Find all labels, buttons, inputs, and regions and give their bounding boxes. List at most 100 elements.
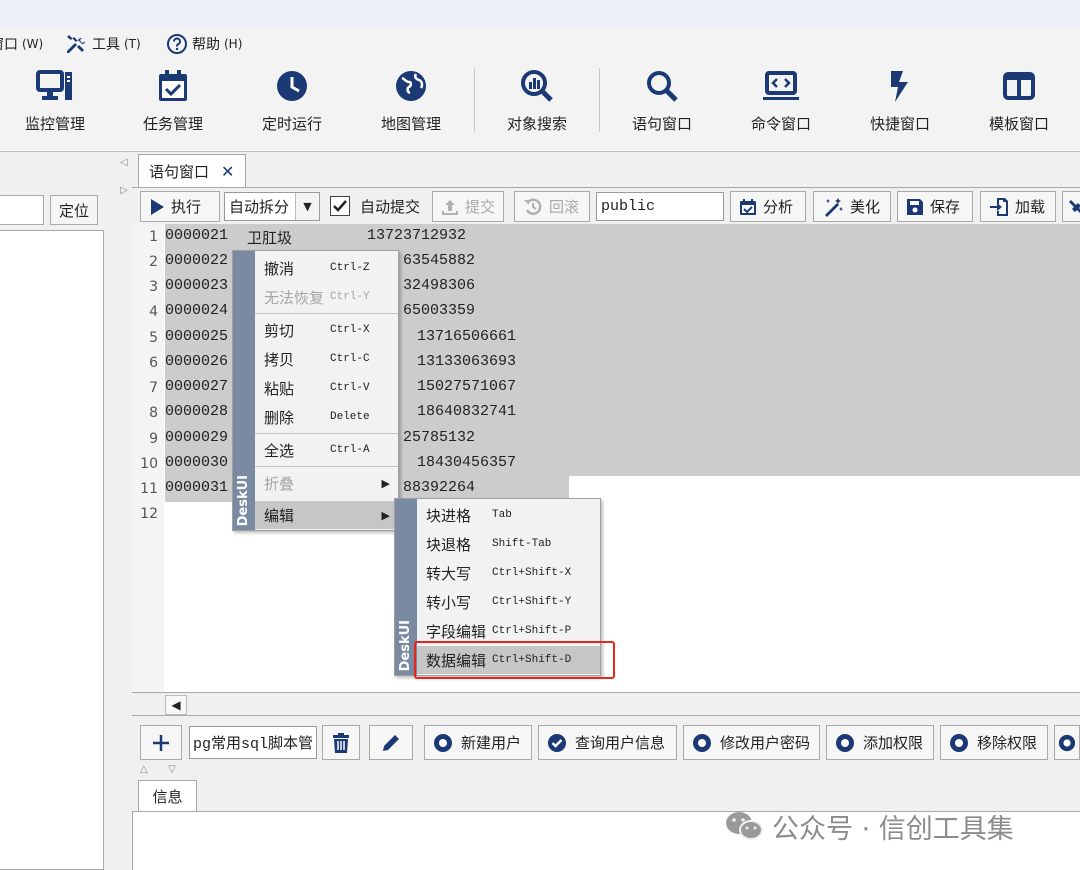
tab-statement-window[interactable]: 语句窗口 ✕ bbox=[138, 154, 246, 187]
tool-stmtwin-label: 语句窗口 bbox=[631, 115, 692, 133]
menu-item-uppercase[interactable]: 转大写 Ctrl+Shift-X bbox=[417, 559, 600, 587]
horizontal-scrollbar[interactable]: ◀ bbox=[132, 692, 1080, 716]
magic-wand-icon bbox=[825, 197, 843, 217]
menu-item-label: 折叠 bbox=[264, 474, 295, 493]
chart-search-icon bbox=[521, 70, 553, 102]
rollback-button[interactable]: 回滚 bbox=[514, 191, 590, 222]
menu-item-label: 拷贝 bbox=[264, 350, 295, 369]
delete-snippet-button[interactable] bbox=[322, 725, 360, 760]
code-phone: 13133063693 bbox=[417, 353, 517, 370]
menu-item-fold[interactable]: 折叠 ▶ bbox=[255, 469, 398, 497]
load-label: 加载 bbox=[1015, 198, 1046, 216]
columns-icon bbox=[1003, 72, 1035, 100]
menu-item-outdent[interactable]: 块退格 Shift-Tab bbox=[417, 530, 600, 558]
brand-label: DeskUI bbox=[236, 474, 251, 526]
bolt-icon bbox=[891, 71, 908, 102]
code-id: 0000021 bbox=[165, 227, 229, 244]
menu-item-shortcut: Shift-Tab bbox=[492, 538, 552, 550]
close-icon[interactable]: ✕ bbox=[221, 162, 234, 181]
menu-tools-label: 工具 bbox=[92, 37, 120, 53]
code-phone: 18430456357 bbox=[417, 454, 517, 471]
tool-objsearch[interactable]: 对象搜索 bbox=[482, 60, 592, 150]
remove-permission-label: 移除权限 bbox=[977, 734, 1038, 752]
menu-item-label: 无法恢复 bbox=[264, 288, 325, 307]
more-tool-button[interactable] bbox=[1062, 191, 1080, 222]
tool-monitor[interactable]: 监控管理 bbox=[0, 60, 110, 150]
code-phone: 32498306 bbox=[403, 277, 476, 294]
record-icon bbox=[836, 733, 854, 752]
tool-quickwin[interactable]: 快捷窗口 bbox=[845, 60, 955, 150]
menu-item-label: 剪切 bbox=[264, 321, 295, 340]
tool-task[interactable]: 任务管理 bbox=[118, 60, 228, 150]
split-mode-select[interactable]: 自动拆分 ▼ bbox=[224, 192, 320, 221]
analyze-button[interactable]: 分析 bbox=[730, 191, 806, 222]
edit-snippet-button[interactable] bbox=[369, 725, 413, 760]
save-button[interactable]: 保存 bbox=[897, 191, 973, 222]
menu-help-accel: (H) bbox=[224, 37, 243, 51]
tool-task-label: 任务管理 bbox=[142, 115, 203, 133]
autocommit-checkbox[interactable] bbox=[330, 196, 350, 216]
menu-item-select-all[interactable]: 全选 Ctrl-A bbox=[255, 436, 398, 464]
plus-icon bbox=[153, 734, 169, 751]
toolbar-separator bbox=[599, 68, 600, 132]
object-tree[interactable] bbox=[0, 230, 104, 870]
code-id: 0000031 bbox=[165, 479, 229, 496]
tab-info[interactable]: 信息 bbox=[138, 780, 197, 811]
collapse-up-icon[interactable]: △ bbox=[140, 764, 148, 775]
add-snippet-button[interactable] bbox=[140, 725, 182, 760]
code-phone: 13723712932 bbox=[367, 227, 467, 244]
tool-templatewin-label: 模板窗口 bbox=[988, 115, 1049, 133]
menu-help[interactable]: 帮助 (H) bbox=[166, 32, 242, 56]
load-button[interactable]: 加载 bbox=[980, 191, 1056, 222]
expand-right-icon[interactable]: ▷ bbox=[120, 185, 128, 196]
locate-input[interactable] bbox=[0, 195, 44, 225]
remove-permission-button[interactable]: 移除权限 bbox=[940, 725, 1048, 760]
menu-item-delete[interactable]: 删除 Delete bbox=[255, 403, 398, 431]
execute-button[interactable]: 执行 bbox=[140, 191, 220, 222]
more-snippet-button[interactable] bbox=[1054, 725, 1080, 760]
play-icon bbox=[151, 198, 164, 215]
chevron-down-icon[interactable]: ▼ bbox=[295, 193, 319, 220]
menu-item-indent[interactable]: 块进格 Tab bbox=[417, 501, 600, 529]
menu-window[interactable]: 窗口 (W) bbox=[0, 32, 43, 56]
commit-button[interactable]: 提交 bbox=[432, 191, 504, 222]
menu-item-label: 块退格 bbox=[426, 535, 472, 554]
modify-password-button[interactable]: 修改用户密码 bbox=[683, 725, 820, 760]
menu-item-edit[interactable]: 编辑 ▶ bbox=[255, 501, 398, 529]
menu-tools[interactable]: 工具 (T) bbox=[64, 32, 141, 56]
beautify-button[interactable]: 美化 bbox=[813, 191, 891, 222]
query-user-button[interactable]: 查询用户信息 bbox=[538, 725, 677, 760]
tool-templatewin[interactable]: 模板窗口 bbox=[964, 60, 1074, 150]
menu-item-redo[interactable]: 无法恢复 Ctrl-Y bbox=[255, 283, 398, 311]
line-number: 6 bbox=[149, 355, 158, 371]
menu-item-undo[interactable]: 撤消 Ctrl-Z bbox=[255, 254, 398, 282]
menu-item-label: 块进格 bbox=[426, 506, 472, 525]
split-mode-value: 自动拆分 bbox=[229, 198, 290, 216]
menu-item-shortcut: Ctrl-V bbox=[330, 382, 370, 394]
menu-item-lowercase[interactable]: 转小写 Ctrl+Shift-Y bbox=[417, 588, 600, 616]
line-number: 1 bbox=[149, 229, 158, 245]
add-permission-button[interactable]: 添加权限 bbox=[826, 725, 934, 760]
menu-item-shortcut: Ctrl-A bbox=[330, 444, 370, 456]
question-icon bbox=[167, 34, 187, 54]
menu-item-copy[interactable]: 拷贝 Ctrl-C bbox=[255, 345, 398, 373]
tool-cmdwin[interactable]: 命令窗口 bbox=[726, 60, 836, 150]
laptop-code-icon bbox=[763, 71, 799, 100]
menu-item-label: 转小写 bbox=[426, 593, 472, 612]
tool-map[interactable]: 地图管理 bbox=[356, 60, 466, 150]
menu-window-accel: (W) bbox=[22, 37, 44, 51]
collapse-left-icon[interactable]: ◁ bbox=[120, 157, 128, 168]
menu-item-cut[interactable]: 剪切 Ctrl-X bbox=[255, 316, 398, 344]
schema-input[interactable]: public bbox=[596, 192, 724, 221]
script-name-input[interactable]: pg常用sql脚本管 bbox=[189, 726, 317, 759]
code-id: 0000025 bbox=[165, 328, 229, 345]
left-panel: 定位 bbox=[0, 153, 112, 870]
menu-item-shortcut: Delete bbox=[330, 411, 370, 423]
tool-timer[interactable]: 定时运行 bbox=[237, 60, 347, 150]
expand-down-icon[interactable]: ▽ bbox=[168, 764, 176, 775]
new-user-button[interactable]: 新建用户 bbox=[424, 725, 532, 760]
menu-item-paste[interactable]: 粘贴 Ctrl-V bbox=[255, 374, 398, 402]
scroll-left-icon[interactable]: ◀ bbox=[165, 695, 187, 715]
locate-button[interactable]: 定位 bbox=[50, 195, 98, 225]
tool-stmtwin[interactable]: 语句窗口 bbox=[607, 60, 717, 150]
